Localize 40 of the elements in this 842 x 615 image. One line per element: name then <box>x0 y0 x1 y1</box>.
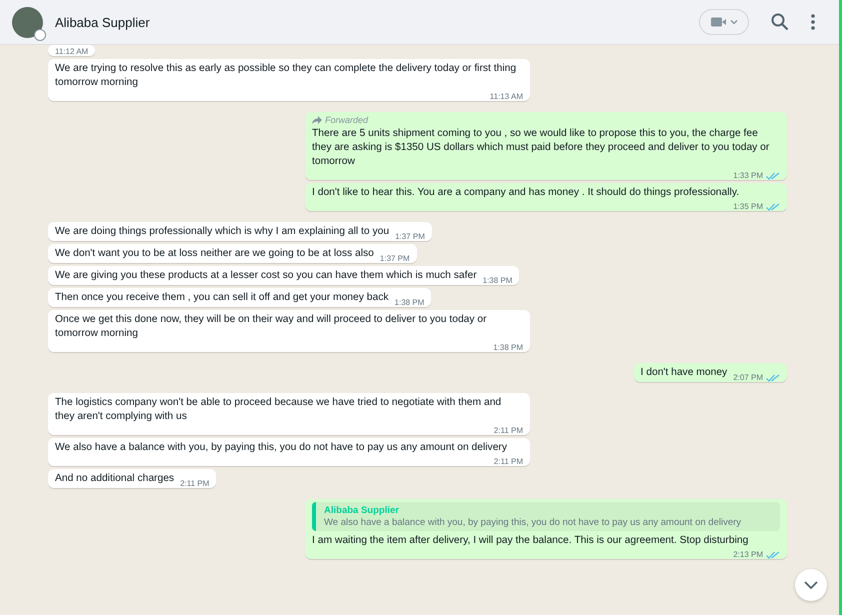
search-icon[interactable] <box>771 13 789 31</box>
avatar-icon[interactable] <box>12 6 43 38</box>
message-time: 2:11 PM <box>180 479 210 488</box>
message-time: 1:35 PM <box>733 202 763 211</box>
message-text: And no additional charges <box>55 472 174 486</box>
message-text: There are 5 units shipment coming to you , so we would like to propose this to you, the charge fee they are asking is $1350 US dollars which must paid before they proceed and deliver to you today or tomorrow <box>312 127 770 169</box>
message-text: Once we get this done now, they will be on their way and will proceed to deliver to you today or tomorrow morning <box>55 313 488 341</box>
message-time: 1:37 PM <box>395 232 425 241</box>
quoted-message[interactable]: Alibaba Supplier We also have a balance with you, by paying this, you do not have to pay us any amount on delivery <box>312 502 780 531</box>
message-text: I don't like to hear this. You are a company and has money . It should do things professionally. <box>312 186 740 200</box>
chevron-down-icon <box>804 581 818 589</box>
message-time: 2:07 PM <box>733 373 763 382</box>
message-time: 1:33 PM <box>733 171 763 180</box>
message-time: 2:13 PM <box>733 550 763 559</box>
video-call-button[interactable] <box>699 9 749 35</box>
menu-icon[interactable] <box>811 14 815 30</box>
video-camera-icon <box>710 16 738 28</box>
message-text: I am waiting the item after delivery, I will pay the balance. This is our agreement. Stop disturbing <box>312 534 748 548</box>
message-time: 1:38 PM <box>394 298 424 307</box>
message-text: The logistics company won't be able to proceed because we have tried to negotiate with them and they aren't complying with us <box>55 396 502 424</box>
message-text: We also have a balance with you, by paying this, you do not have to pay us any amount on delivery <box>55 441 508 455</box>
forward-arrow-icon <box>312 116 322 124</box>
quote-author: Alibaba Supplier <box>324 505 400 516</box>
message-text: We are trying to resolve this as early as possible so they can complete the delivery today or first thing tomorrow morning <box>55 62 518 90</box>
message-time: 1:38 PM <box>493 343 523 352</box>
message-time: 2:11 PM <box>494 457 523 466</box>
scroll-down-button[interactable] <box>795 569 827 601</box>
quote-text: We also have a balance with you, by paying this, you do not have to pay us any amount on delivery <box>324 517 742 528</box>
contact-name[interactable]: Alibaba Supplier <box>55 14 150 30</box>
message-text: We are giving you these products at a lesser cost so you can have them which is much safer <box>55 269 477 283</box>
message-text: Then once you receive them , you can sell it off and get your money back <box>55 291 389 305</box>
message-time: 2:11 PM <box>494 426 523 435</box>
message-text: We don't want you to be at loss neither are we going to be at loss also <box>55 247 374 261</box>
message-time: 11:13 AM <box>490 92 523 101</box>
message-time: 1:38 PM <box>482 276 512 285</box>
message-text: I don't have money <box>640 366 728 380</box>
message-time: 1:37 PM <box>380 254 410 263</box>
message-text: We are doing things professionally which is why I am explaining all to you <box>55 225 390 239</box>
forwarded-label: Forwarded <box>312 115 780 125</box>
message-time: 11:12 AM <box>55 47 88 56</box>
